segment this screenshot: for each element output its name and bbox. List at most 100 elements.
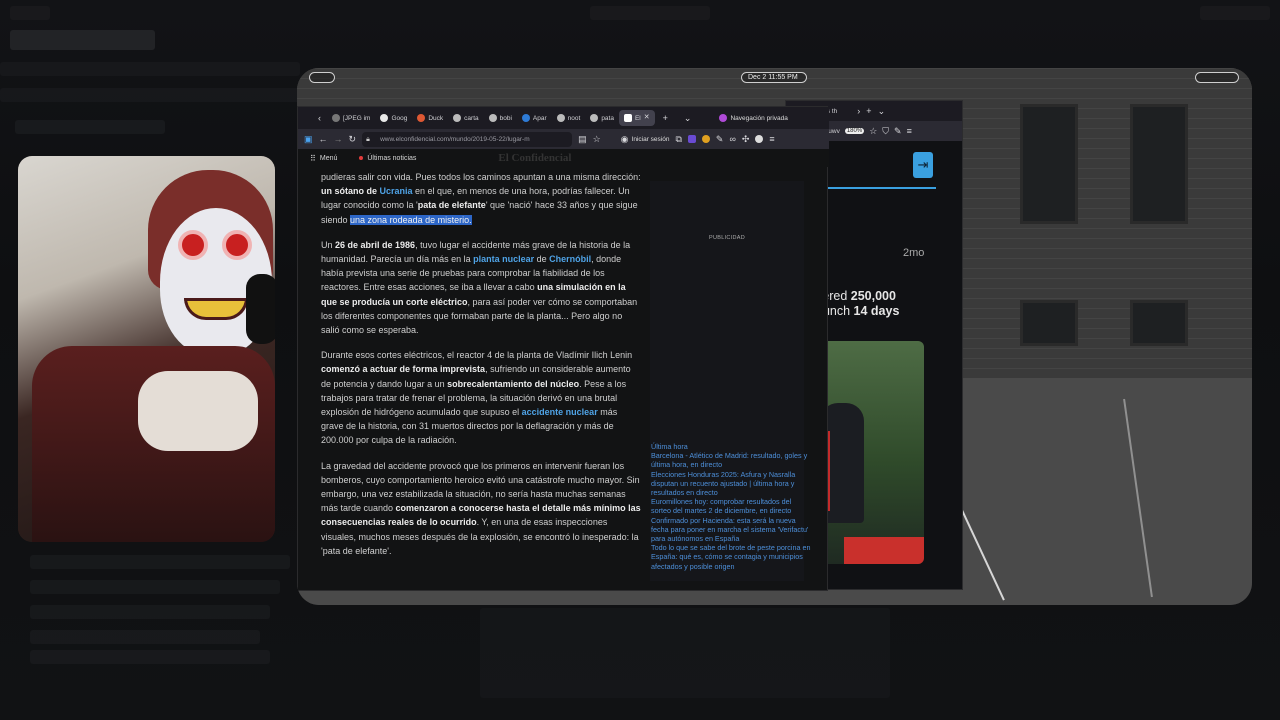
navigation-bar: ▣ ← → ↻ 🔒︎ www.elconfidencial.com/mundo/…: [298, 129, 829, 149]
tab-favicon-icon: [332, 114, 340, 122]
article-body: pudieras salir con vida. Pues todos los …: [321, 170, 641, 569]
grid-menu-icon: ⠿: [310, 153, 316, 163]
bg-blur: [15, 120, 165, 134]
sidebar-icon[interactable]: ▣: [304, 134, 313, 144]
article-link-accidente-nuclear[interactable]: accidente nuclear: [522, 407, 598, 417]
microphone: [246, 274, 275, 344]
cloud-extension-icon[interactable]: [755, 135, 764, 143]
tab-label: Goog: [391, 114, 408, 122]
bg-blur: [30, 650, 270, 664]
glasses-extension-icon[interactable]: ∞: [729, 134, 735, 144]
new-tab-icon[interactable]: +: [655, 113, 676, 123]
article-bold: pata de elefante: [417, 200, 486, 211]
bg-blur: [1200, 6, 1270, 20]
building-window: [1130, 300, 1188, 346]
tab-jpeg[interactable]: [JPEG im: [327, 110, 375, 126]
bg-blur: [0, 88, 300, 102]
bg-blur: [30, 605, 270, 619]
ticker-item[interactable]: Todo lo que se sabe del brote de peste p…: [651, 543, 811, 571]
ticker-item[interactable]: Confirmado por Hacienda: esta será la nu…: [651, 516, 811, 544]
back-arrow-icon[interactable]: ←: [319, 134, 328, 144]
tab-carta[interactable]: carta: [448, 110, 483, 126]
ticker-item[interactable]: Elecciones Honduras 2025: Asfura y Nasra…: [651, 470, 811, 498]
article-paragraph: Durante esos cortes eléctricos, el react…: [321, 348, 641, 447]
star-icon[interactable]: ☆: [869, 126, 877, 136]
app-menu-icon[interactable]: ≡: [769, 134, 774, 144]
bookmark-star-icon[interactable]: ☆: [593, 134, 601, 144]
tab-duckduckgo[interactable]: Duck: [412, 110, 448, 126]
article-link-ucrania[interactable]: Ucrania: [380, 186, 413, 196]
mask-eye: [178, 230, 208, 260]
stats-line1-bold: 250,000: [850, 289, 896, 303]
article-text: pudieras salir con vida. Pues todos los …: [321, 172, 641, 182]
extension-badge-icon[interactable]: [687, 135, 696, 143]
mask-teeth: [184, 298, 248, 320]
stats-line2-bold: 14 days: [853, 304, 900, 318]
private-mask-icon: [719, 114, 728, 122]
close-tab-icon[interactable]: ✕: [644, 113, 650, 123]
tab-list-chevron-icon[interactable]: ⌄: [676, 113, 700, 123]
site-menu-button[interactable]: ⠿ Menú: [310, 154, 337, 163]
ticker-item[interactable]: Barcelona - Atlético de Madrid: resultad…: [651, 451, 811, 469]
reader-view-icon[interactable]: ▤: [578, 134, 587, 144]
new-tab-icon[interactable]: +: [866, 106, 871, 116]
cookie-extension-icon[interactable]: [701, 135, 710, 143]
article-text: Un: [321, 239, 336, 250]
article-link-planta-nuclear[interactable]: planta nuclear: [473, 254, 534, 264]
live-dot-icon: [359, 156, 364, 160]
signin-button[interactable]: ◉ Iniciar sesión: [621, 134, 670, 144]
zoom-badge[interactable]: 180%: [844, 128, 865, 134]
extension-icon[interactable]: ✎: [894, 126, 902, 136]
embedded-video-thumbnail[interactable]: [816, 341, 924, 564]
brush-extension-icon[interactable]: ✎: [716, 134, 724, 144]
puzzle-extension-icon[interactable]: ✣: [742, 134, 750, 144]
tab-favicon-icon: [488, 114, 497, 122]
tab-elconfidencial[interactable]: El ✕: [618, 110, 655, 126]
tab-google[interactable]: Goog: [375, 110, 412, 126]
shield-icon[interactable]: ⛉: [882, 126, 889, 136]
article-text: Durante esos cortes eléctricos, el react…: [321, 350, 633, 361]
reload-icon[interactable]: ↻: [349, 134, 357, 144]
activities-button[interactable]: [309, 72, 335, 83]
bg-blur: [0, 62, 300, 76]
building-window: [1020, 300, 1078, 346]
building-window: [1020, 104, 1078, 224]
tab-label: Duck: [428, 114, 444, 122]
latest-news-link[interactable]: Últimas noticias: [359, 155, 416, 162]
article-paragraph: pudieras salir con vida. Pues todos los …: [321, 170, 641, 227]
bg-blur: [10, 6, 50, 20]
stats-text: vered 250,000 aunch 14 days: [816, 289, 899, 319]
ticker-item[interactable]: Euromillones hoy: comprobar resultados d…: [651, 497, 811, 515]
system-tray[interactable]: [1195, 72, 1239, 83]
tab-label: El: [634, 114, 641, 122]
chevron-down-icon[interactable]: ⌄: [878, 106, 886, 116]
red-banner: [844, 537, 924, 564]
tab-noot[interactable]: noot: [552, 110, 586, 126]
blue-divider: [816, 187, 936, 189]
tab-pata[interactable]: pata: [585, 110, 619, 126]
bg-blur: [30, 555, 290, 569]
chevron-right-icon[interactable]: ›: [857, 106, 860, 116]
login-icon[interactable]: ⇥: [913, 152, 933, 178]
tab-apar[interactable]: Apar: [517, 110, 552, 126]
post-age: 2mo: [903, 247, 925, 259]
tab-bobi[interactable]: bobi: [484, 110, 517, 126]
account-icon: ◉: [620, 134, 629, 144]
top-panel: Dec 2 11:55 PM: [297, 68, 1252, 88]
ticker-item[interactable]: Última hora: [651, 442, 811, 451]
url-bar[interactable]: 🔒︎ www.elconfidencial.com/mundo/2019-05-…: [362, 131, 573, 147]
article-paragraph: La gravedad del accidente provocó que lo…: [321, 459, 641, 558]
article-paragraph: Un 26 de abril de 1986, tuvo lugar el ac…: [321, 238, 641, 337]
chevron-left-icon[interactable]: ‹: [298, 113, 327, 123]
highlighted-selection[interactable]: una zona rodeada de misterio.: [350, 214, 472, 225]
extensions-icon[interactable]: ⧉: [675, 134, 681, 144]
article-link-chernobil[interactable]: Chernóbil: [549, 254, 591, 264]
site-logo[interactable]: El Confidencial: [498, 152, 571, 164]
clock[interactable]: Dec 2 11:55 PM: [741, 72, 807, 83]
mask-eye: [222, 230, 252, 260]
site-header: ⠿ Menú Últimas noticias El Confidencial: [298, 149, 829, 167]
front-browser-window[interactable]: ‹ [JPEG im Goog Duck carta bobi Apar noo…: [297, 106, 829, 591]
menu-icon[interactable]: ≡: [907, 126, 912, 136]
forward-arrow-icon[interactable]: →: [334, 134, 343, 144]
bg-blur: [30, 630, 260, 644]
